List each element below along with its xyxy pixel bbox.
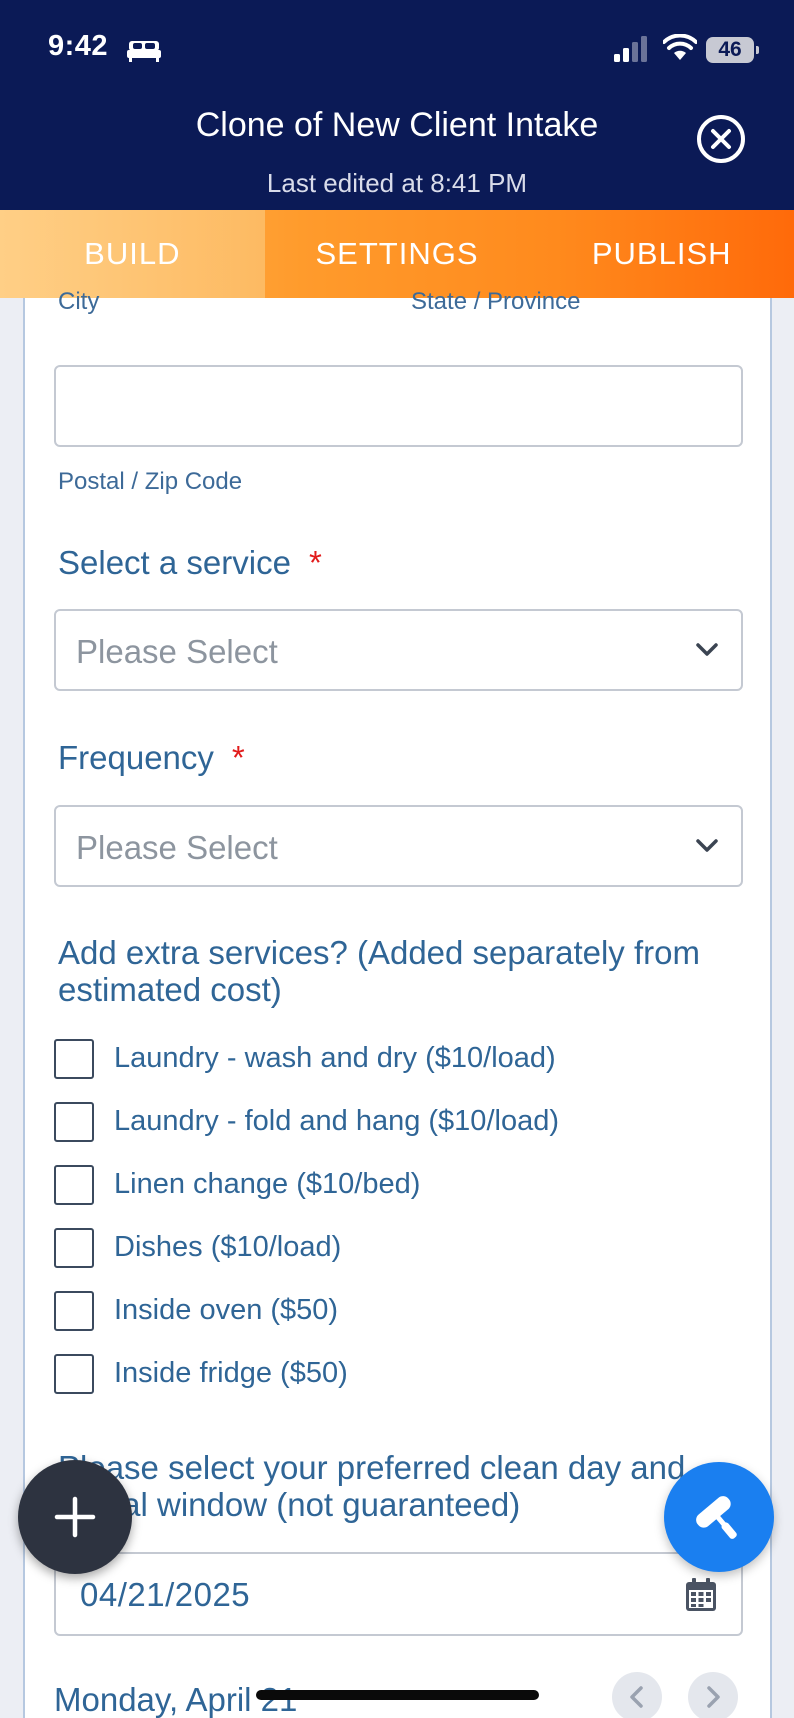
calendar-icon[interactable]: [685, 1578, 717, 1612]
state-label: State / Province: [411, 288, 581, 315]
chevron-right-icon: [707, 1686, 720, 1708]
service-select-placeholder: Please Select: [76, 633, 278, 670]
extra-option-inside-oven[interactable]: Inside oven ($50): [54, 1291, 734, 1333]
chevron-left-icon: [630, 1686, 643, 1708]
frequency-label: Frequency *: [58, 739, 245, 777]
zip-code-input[interactable]: [54, 365, 743, 447]
next-day-button[interactable]: [688, 1672, 738, 1718]
required-mark: *: [308, 544, 322, 581]
builder-tabs: BUILD SETTINGS PUBLISH: [0, 210, 794, 298]
city-label: City: [58, 288, 100, 315]
tab-settings[interactable]: SETTINGS: [265, 210, 530, 298]
option-label: Dishes ($10/load): [114, 1231, 342, 1263]
extra-option-inside-fridge[interactable]: Inside fridge ($50): [54, 1354, 734, 1396]
extra-option-linen-change[interactable]: Linen change ($10/bed): [54, 1165, 734, 1207]
battery-icon: 46: [706, 37, 759, 63]
wifi-icon: [663, 34, 697, 60]
last-edited-text: Last edited at 8:41 PM: [266, 168, 528, 198]
paint-roller-icon: [696, 1496, 737, 1539]
frequency-select-placeholder: Please Select: [76, 829, 278, 866]
home-indicator: [256, 1690, 539, 1700]
date-value: 04/21/2025: [80, 1576, 251, 1613]
form-designer-button[interactable]: [664, 1462, 774, 1572]
sleep-mode-icon: [127, 41, 161, 62]
checkbox[interactable]: [54, 1354, 94, 1394]
frequency-select[interactable]: Please Select: [54, 805, 743, 887]
tab-publish[interactable]: PUBLISH: [529, 210, 794, 298]
option-label: Laundry - fold and hang ($10/load): [114, 1105, 559, 1137]
option-label: Laundry - wash and dry ($10/load): [114, 1042, 556, 1074]
form-canvas: City State / Province Postal / Zip Code …: [23, 288, 772, 1718]
status-time: 9:42: [48, 30, 109, 62]
option-label: Inside fridge ($50): [114, 1357, 348, 1389]
option-label: Linen change ($10/bed): [114, 1168, 421, 1200]
checkbox[interactable]: [54, 1291, 94, 1331]
date-picker-input[interactable]: 04/21/2025: [54, 1552, 743, 1636]
frequency-label-text: Frequency: [58, 739, 214, 776]
extra-services-label: Add extra services? (Added separately fr…: [58, 934, 700, 1008]
zip-code-label: Postal / Zip Code: [58, 468, 243, 495]
plus-icon: [54, 1496, 96, 1538]
checkbox[interactable]: [54, 1102, 94, 1142]
required-mark: *: [231, 739, 245, 776]
checkbox[interactable]: [54, 1228, 94, 1268]
service-select[interactable]: Please Select: [54, 609, 743, 691]
previous-day-button[interactable]: [612, 1672, 662, 1718]
service-label: Select a service *: [58, 544, 322, 582]
close-button[interactable]: [697, 115, 745, 163]
tab-build[interactable]: BUILD: [0, 210, 265, 298]
add-element-button[interactable]: [18, 1460, 132, 1574]
option-label: Inside oven ($50): [114, 1294, 339, 1326]
clean-day-label: Please select your preferred clean day a…: [58, 1449, 686, 1523]
close-icon: [711, 129, 731, 149]
extra-option-laundry-wash[interactable]: Laundry - wash and dry ($10/load): [54, 1039, 734, 1081]
form-title: Clone of New Client Intake: [195, 106, 599, 144]
service-label-text: Select a service: [58, 544, 291, 581]
chevron-down-icon: [696, 643, 718, 656]
checkbox[interactable]: [54, 1165, 94, 1205]
extra-option-laundry-fold[interactable]: Laundry - fold and hang ($10/load): [54, 1102, 734, 1144]
checkbox[interactable]: [54, 1039, 94, 1079]
chevron-down-icon: [696, 839, 718, 852]
cellular-signal-icon: [614, 36, 647, 62]
app-header: 9:42 46 Clone of New Client Intake Last …: [0, 0, 794, 210]
extra-option-dishes[interactable]: Dishes ($10/load): [54, 1228, 734, 1270]
